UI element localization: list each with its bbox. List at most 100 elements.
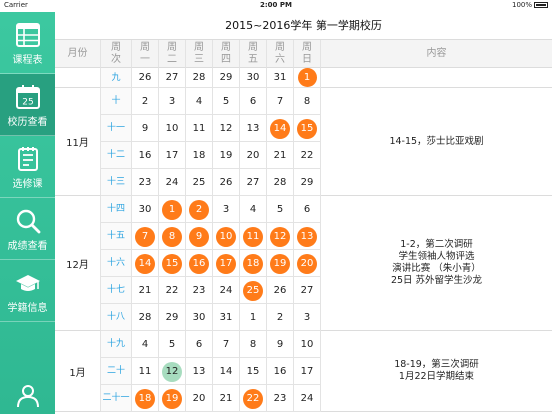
day-cell[interactable]: 10 [294, 331, 321, 358]
day-cell[interactable]: 10 [159, 115, 186, 142]
day-cell[interactable]: 14 [132, 250, 159, 277]
day-cell[interactable]: 15 [294, 115, 321, 142]
day-cell[interactable]: 7 [213, 331, 240, 358]
day-cell[interactable]: 16 [132, 142, 159, 169]
day-cell[interactable]: 9 [132, 115, 159, 142]
day-cell[interactable]: 26 [267, 277, 294, 304]
day-cell[interactable]: 7 [132, 223, 159, 250]
day-cell[interactable]: 27 [159, 68, 186, 88]
day-cell[interactable]: 21 [267, 142, 294, 169]
day-cell[interactable]: 6 [186, 331, 213, 358]
day-cell[interactable]: 14 [213, 358, 240, 385]
day-cell[interactable]: 20 [294, 250, 321, 277]
day-cell[interactable]: 8 [159, 223, 186, 250]
day-cell[interactable]: 27 [294, 277, 321, 304]
day-cell[interactable]: 21 [132, 277, 159, 304]
day-cell[interactable]: 11 [186, 115, 213, 142]
day-cell[interactable]: 28 [186, 68, 213, 88]
day-cell[interactable]: 13 [186, 358, 213, 385]
day-cell[interactable]: 26 [213, 169, 240, 196]
day-cell[interactable]: 1 [159, 196, 186, 223]
day-cell[interactable]: 19 [213, 142, 240, 169]
day-cell[interactable]: 18 [240, 250, 267, 277]
day-cell[interactable]: 12 [267, 223, 294, 250]
day-cell[interactable]: 28 [132, 304, 159, 331]
day-cell[interactable]: 30 [240, 68, 267, 88]
sidebar-item-grades[interactable]: 成绩查看 [0, 198, 55, 260]
day-cell[interactable]: 21 [213, 385, 240, 412]
day-cell[interactable]: 29 [213, 68, 240, 88]
day-cell[interactable]: 22 [294, 142, 321, 169]
sidebar-item-elective[interactable]: 选修课 [0, 136, 55, 198]
day-number: 19 [219, 150, 233, 161]
day-cell[interactable]: 8 [240, 331, 267, 358]
day-cell[interactable]: 4 [240, 196, 267, 223]
day-cell[interactable]: 12 [159, 358, 186, 385]
day-cell[interactable]: 26 [132, 68, 159, 88]
day-cell[interactable]: 5 [159, 331, 186, 358]
day-cell[interactable]: 24 [159, 169, 186, 196]
day-cell[interactable]: 18 [132, 385, 159, 412]
day-cell[interactable]: 11 [240, 223, 267, 250]
day-cell[interactable]: 13 [294, 223, 321, 250]
day-cell[interactable]: 19 [267, 250, 294, 277]
battery-indicator: 100% [512, 1, 548, 9]
day-cell[interactable]: 23 [132, 169, 159, 196]
day-cell[interactable]: 17 [159, 142, 186, 169]
day-cell[interactable]: 31 [267, 68, 294, 88]
sidebar-item-schedule[interactable]: 课程表 [0, 12, 55, 74]
day-cell[interactable]: 6 [240, 88, 267, 115]
day-cell[interactable]: 14 [267, 115, 294, 142]
day-cell[interactable]: 2 [132, 88, 159, 115]
day-cell[interactable]: 17 [294, 358, 321, 385]
day-cell[interactable]: 29 [159, 304, 186, 331]
day-cell[interactable]: 15 [159, 250, 186, 277]
day-cell[interactable]: 10 [213, 223, 240, 250]
day-cell[interactable]: 30 [186, 304, 213, 331]
day-cell[interactable]: 20 [240, 142, 267, 169]
day-cell[interactable]: 24 [294, 385, 321, 412]
day-cell[interactable]: 31 [213, 304, 240, 331]
day-cell[interactable]: 9 [186, 223, 213, 250]
day-cell[interactable]: 24 [213, 277, 240, 304]
day-cell[interactable]: 30 [132, 196, 159, 223]
day-cell[interactable]: 16 [267, 358, 294, 385]
day-cell[interactable]: 27 [240, 169, 267, 196]
day-number: 24 [165, 177, 179, 188]
day-cell[interactable]: 6 [294, 196, 321, 223]
day-cell[interactable]: 5 [267, 196, 294, 223]
day-cell[interactable]: 15 [240, 358, 267, 385]
day-cell[interactable]: 4 [186, 88, 213, 115]
day-cell[interactable]: 19 [159, 385, 186, 412]
day-cell[interactable]: 2 [186, 196, 213, 223]
day-cell[interactable]: 13 [240, 115, 267, 142]
day-cell[interactable]: 4 [132, 331, 159, 358]
sidebar-item-student-info[interactable]: 学籍信息 [0, 260, 55, 322]
day-cell[interactable]: 7 [267, 88, 294, 115]
day-cell[interactable]: 8 [294, 88, 321, 115]
day-cell[interactable]: 3 [294, 304, 321, 331]
day-cell[interactable]: 16 [186, 250, 213, 277]
day-cell[interactable]: 22 [240, 385, 267, 412]
day-cell[interactable]: 20 [186, 385, 213, 412]
day-cell[interactable]: 9 [267, 331, 294, 358]
day-cell[interactable]: 29 [294, 169, 321, 196]
day-cell[interactable]: 17 [213, 250, 240, 277]
day-cell[interactable]: 2 [267, 304, 294, 331]
day-cell[interactable]: 28 [267, 169, 294, 196]
day-cell[interactable]: 23 [267, 385, 294, 412]
sidebar-item-calendar[interactable]: 25 校历查看 [0, 74, 55, 136]
day-cell[interactable]: 1 [240, 304, 267, 331]
day-cell[interactable]: 18 [186, 142, 213, 169]
day-cell[interactable]: 3 [213, 196, 240, 223]
day-cell[interactable]: 25 [240, 277, 267, 304]
day-cell[interactable]: 5 [213, 88, 240, 115]
sidebar-item-user[interactable] [0, 372, 55, 414]
day-cell[interactable]: 23 [186, 277, 213, 304]
day-cell[interactable]: 25 [186, 169, 213, 196]
day-cell[interactable]: 1 [294, 68, 321, 88]
day-cell[interactable]: 11 [132, 358, 159, 385]
day-cell[interactable]: 22 [159, 277, 186, 304]
day-cell[interactable]: 3 [159, 88, 186, 115]
day-cell[interactable]: 12 [213, 115, 240, 142]
